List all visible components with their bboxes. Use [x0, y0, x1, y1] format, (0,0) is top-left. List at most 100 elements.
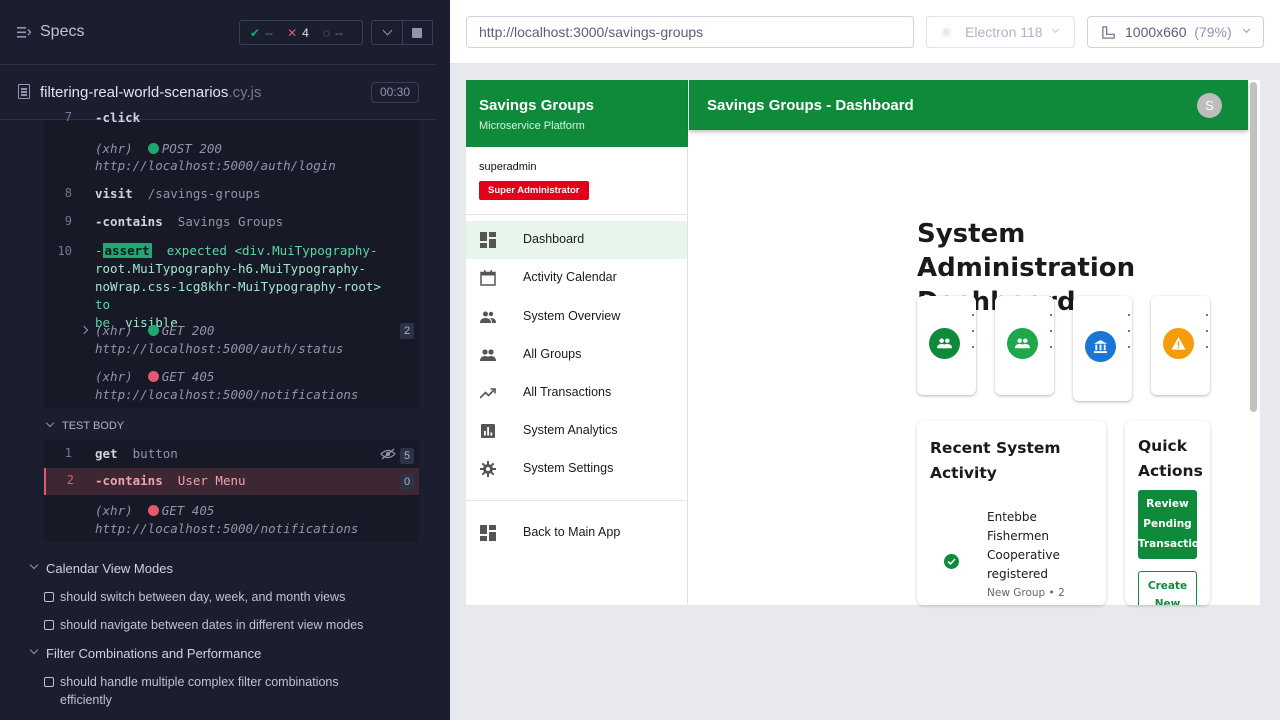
review-pending-transactions-button[interactable]: Review Pending Transactions — [1138, 490, 1197, 559]
x-icon: ✕ — [287, 25, 298, 40]
sidebar: Savings Groups Microservice Platform sup… — [466, 80, 688, 605]
stop-button[interactable] — [403, 20, 433, 45]
sidebar-header: Savings Groups Microservice Platform — [466, 80, 688, 147]
activity-item-text: Entebbe Fishermen Cooperative registered — [987, 510, 1060, 581]
sidebar-title: Savings Groups — [479, 97, 595, 114]
suite-calendar-view-modes[interactable]: Calendar View Modes — [0, 558, 436, 578]
command-row[interactable]: 9 -contains Savings Groups — [44, 214, 419, 232]
dashboard-icon — [480, 525, 496, 541]
divider — [466, 214, 688, 215]
check-circle-icon — [944, 554, 959, 569]
stat-card[interactable] — [1073, 296, 1132, 401]
stat-card[interactable] — [995, 296, 1054, 395]
assert-tag: assert — [102, 243, 152, 258]
username: superadmin — [479, 161, 537, 173]
test-item[interactable]: should switch between day, week, and mon… — [0, 588, 436, 606]
failed-stat: ✕ 4 — [287, 25, 309, 40]
sidebar-item-all-transactions[interactable]: All Transactions — [466, 374, 687, 412]
quick-actions-title: Quick Actions — [1138, 437, 1203, 480]
trending-up-icon — [480, 388, 496, 399]
gear-icon — [480, 461, 496, 477]
failed-command-row[interactable]: 2 -contains User Menu 0 — [44, 468, 419, 495]
checkbox-icon — [44, 677, 54, 687]
test-body-header[interactable]: TEST BODY — [44, 417, 419, 437]
url-bar[interactable]: http://localhost:3000/savings-groups — [466, 16, 914, 48]
sidebar-item-system-settings[interactable]: System Settings — [466, 450, 687, 488]
app-scrollbar[interactable] — [1250, 82, 1257, 412]
warning-icon — [1171, 336, 1186, 350]
analytics-icon — [481, 424, 495, 438]
sidebar-item-system-analytics[interactable]: System Analytics — [466, 412, 687, 450]
command-row[interactable]: 1 get button 5 — [44, 446, 419, 466]
spec-file-name[interactable]: filtering-real-world-scenarios.cy.js — [40, 84, 261, 101]
checkbox-icon — [44, 620, 54, 630]
status-dot-green — [147, 325, 159, 336]
aut-header: http://localhost:3000/savings-groups ⚛ E… — [450, 0, 1280, 64]
sidebar-item-activity-calendar[interactable]: Activity Calendar — [466, 259, 687, 297]
count-badge: 0 — [400, 474, 414, 490]
xhr-notifications-row[interactable]: (xhr) GET 405 http://localhost:5000/noti… — [44, 368, 419, 408]
ruler-icon — [1102, 26, 1115, 39]
role-badge: Super Administrator — [479, 181, 589, 200]
divider — [466, 500, 688, 501]
passed-stat: ✔ -- — [250, 25, 274, 40]
xhr-status-row[interactable]: (xhr) GET 200 http://localhost:5000/auth… — [44, 322, 419, 362]
test-item[interactable]: should handle multiple complex filter co… — [0, 673, 436, 709]
spec-duration: 00:30 — [371, 82, 419, 103]
document-icon — [18, 84, 30, 99]
back-to-main-app[interactable]: Back to Main App — [466, 514, 687, 552]
electron-icon: ⚛ — [940, 24, 953, 40]
sidebar-item-all-groups[interactable]: All Groups — [466, 336, 687, 374]
sidebar-subtitle: Microservice Platform — [479, 120, 585, 132]
specs-list-icon[interactable] — [17, 26, 31, 39]
eye-slash-icon — [380, 448, 396, 460]
options-dropdown-button[interactable] — [371, 20, 403, 45]
chevron-down-icon — [29, 645, 39, 655]
command-log-panel: Specs ✔ -- ✕ 4 ◌ -- filtering-real-world… — [0, 0, 436, 720]
xhr-login-row[interactable]: (xhr) POST 200 http://localhost:5000/aut… — [44, 140, 419, 180]
specs-label[interactable]: Specs — [40, 23, 84, 41]
browser-selector[interactable]: ⚛ Electron 118 — [926, 16, 1075, 48]
bank-icon — [1093, 339, 1108, 354]
check-icon: ✔ — [250, 25, 261, 40]
recent-activity-card: Recent System Activity Entebbe Fishermen… — [917, 421, 1106, 605]
pending-stat: ◌ -- — [322, 25, 343, 40]
page-title: Savings Groups - Dashboard — [707, 97, 914, 114]
xhr-notifications-row[interactable]: (xhr) GET 405 http://localhost:5000/noti… — [44, 502, 419, 542]
viewport-selector[interactable]: 1000x660 (79%) — [1087, 16, 1264, 48]
command-row[interactable]: 7 -click — [44, 110, 419, 128]
test-item[interactable]: should navigate between dates in differe… — [0, 616, 436, 634]
groups-icon — [937, 338, 952, 349]
suite-filter-combinations[interactable]: Filter Combinations and Performance — [0, 643, 436, 663]
groups-icon — [1015, 338, 1030, 349]
stop-icon — [412, 28, 422, 38]
chevron-down-icon — [29, 560, 39, 570]
command-row[interactable]: 8 visit /savings-groups — [44, 186, 419, 204]
sidebar-item-system-overview[interactable]: System Overview — [466, 298, 687, 336]
reporter-header: Specs ✔ -- ✕ 4 ◌ -- — [0, 0, 436, 64]
count-badge: 2 — [400, 323, 414, 339]
dashboard-icon — [480, 232, 496, 248]
recent-activity-title: Recent System Activity — [930, 439, 1061, 482]
chevron-down-icon — [382, 25, 393, 36]
app-topbar: Savings Groups - Dashboard S — [689, 80, 1248, 130]
groups-icon — [480, 349, 496, 361]
assert-row[interactable]: 10 - assert expected <div.MuiTypography- … — [44, 242, 419, 330]
calendar-icon — [480, 270, 496, 286]
chevron-down-icon — [45, 418, 55, 428]
stat-card[interactable] — [917, 296, 976, 395]
create-new-button[interactable]: Create New — [1138, 571, 1197, 605]
chevron-right-icon[interactable] — [79, 325, 89, 335]
chevron-down-icon — [1051, 25, 1060, 34]
spinner-icon: ◌ — [322, 25, 330, 40]
sidebar-item-dashboard[interactable]: Dashboard — [466, 221, 687, 259]
status-dot-green — [147, 143, 159, 154]
quick-actions-card: Quick Actions Review Pending Transaction… — [1125, 421, 1210, 605]
test-body-panel: 1 get button 5 2 -contains User Menu 0 (… — [44, 440, 419, 542]
activity-item-meta: New Group • 2 — [987, 587, 1065, 599]
test-stats: ✔ -- ✕ 4 ◌ -- — [239, 20, 363, 45]
status-dot-red — [147, 505, 159, 516]
avatar[interactable]: S — [1197, 93, 1222, 118]
count-badge: 5 — [400, 448, 414, 464]
stat-card[interactable] — [1151, 296, 1210, 395]
